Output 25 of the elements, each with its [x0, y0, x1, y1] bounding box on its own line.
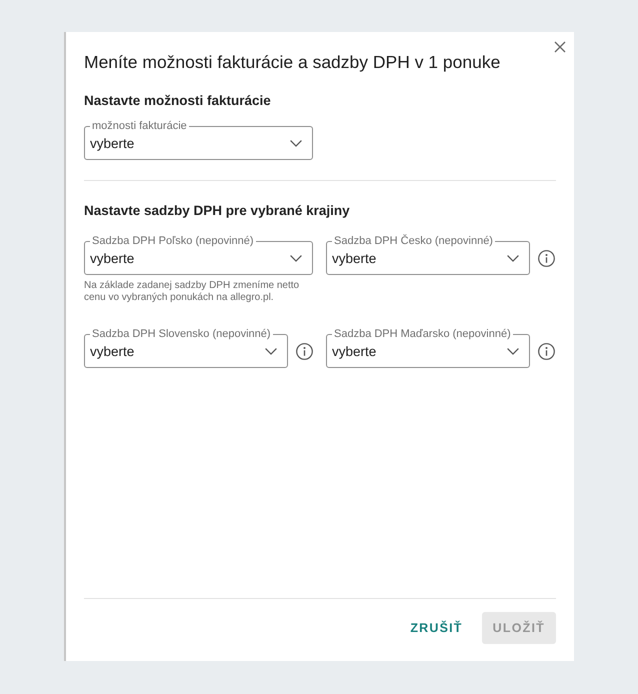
field-label: Sadzba DPH Maďarsko (nepovinné): [333, 328, 512, 341]
close-icon: [554, 41, 566, 53]
select-field[interactable]: Sadzba DPH Maďarsko (nepovinné) vyberte: [326, 328, 530, 368]
select-field[interactable]: Sadzba DPH Poľsko (nepovinné) vyberte: [84, 235, 313, 275]
cancel-button[interactable]: ZRUŠIŤ: [399, 612, 474, 644]
chevron-down-icon: [265, 348, 277, 355]
chevron-down-icon: [507, 255, 519, 262]
select-field[interactable]: Sadzba DPH Česko (nepovinné) vyberte: [326, 235, 530, 275]
field-label: možnosti fakturácie: [91, 120, 188, 133]
field-label: Sadzba DPH Slovensko (nepovinné): [91, 328, 272, 341]
field-label: Sadzba DPH Poľsko (nepovinné): [91, 235, 255, 248]
info-icon[interactable]: [296, 343, 313, 360]
select-field[interactable]: možnosti fakturácie vyberte: [84, 120, 313, 160]
chevron-down-icon: [290, 140, 302, 147]
field-label: Sadzba DPH Česko (nepovinné): [333, 235, 494, 248]
help-text: Na základe zadanej sadzby DPH zmeníme netto cenu vo vybraných ponukách na allegro.pl.: [84, 280, 300, 304]
chevron-down-icon: [507, 348, 519, 355]
chevron-down-icon: [290, 255, 302, 262]
dialog-title: Meníte možnosti fakturácie a sadzby DPH v 1 ponuke: [84, 51, 500, 74]
section-heading: Nastavte možnosti fakturácie: [84, 92, 271, 109]
select-field[interactable]: Sadzba DPH Slovensko (nepovinné) vyberte: [84, 328, 288, 368]
close-button[interactable]: [554, 41, 566, 53]
section-heading: Nastavte sadzby DPH pre vybrané krajiny: [84, 202, 350, 219]
info-icon[interactable]: [538, 250, 555, 267]
info-icon[interactable]: [538, 343, 555, 360]
